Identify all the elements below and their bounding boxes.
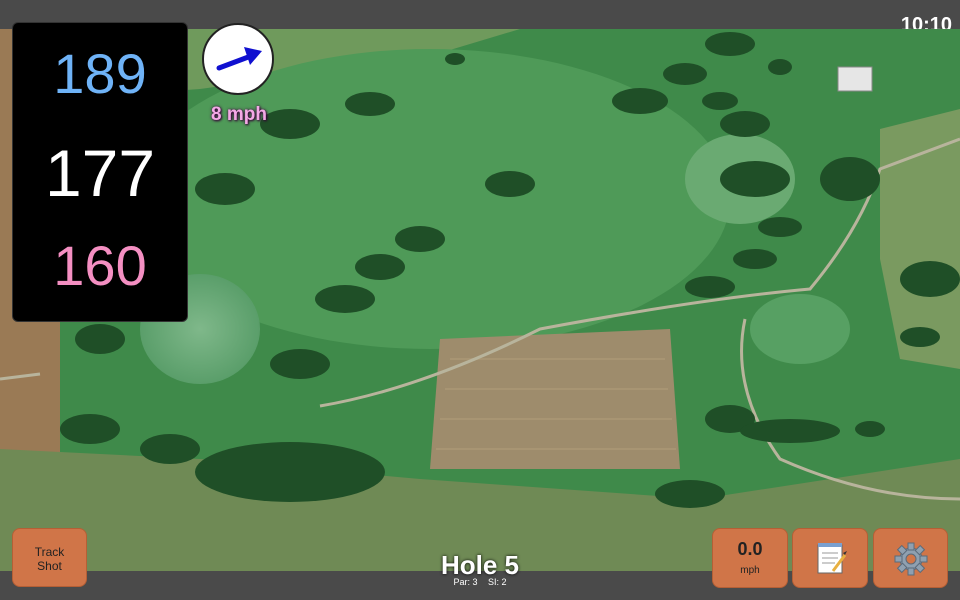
hole-stroke-index: SI: 2 bbox=[488, 577, 507, 587]
distance-center: 177 bbox=[44, 136, 156, 210]
arrow-icon bbox=[216, 47, 262, 71]
track-shot-button[interactable]: Track Shot bbox=[12, 528, 87, 587]
notepad-icon bbox=[817, 543, 847, 574]
speed-value: 0.0 bbox=[737, 539, 763, 559]
gear-icon bbox=[894, 542, 928, 576]
track-shot-label-line2: Shot bbox=[37, 559, 62, 573]
wind-speed-label: 8 mph bbox=[211, 104, 267, 125]
track-shot-label-line1: Track bbox=[34, 545, 65, 559]
distance-front: 160 bbox=[53, 234, 147, 297]
distance-back: 189 bbox=[53, 42, 147, 105]
settings-button[interactable] bbox=[873, 528, 948, 588]
notes-button[interactable] bbox=[792, 528, 868, 588]
speed-button[interactable]: 0.0 mph bbox=[712, 528, 788, 588]
distance-panel: 189 177 160 bbox=[12, 22, 188, 322]
hole-info: Par: 3 SI: 2 bbox=[380, 577, 580, 587]
speed-unit: mph bbox=[740, 565, 760, 576]
hole-par: Par: 3 bbox=[453, 577, 478, 587]
wind-direction-indicator bbox=[202, 23, 274, 95]
